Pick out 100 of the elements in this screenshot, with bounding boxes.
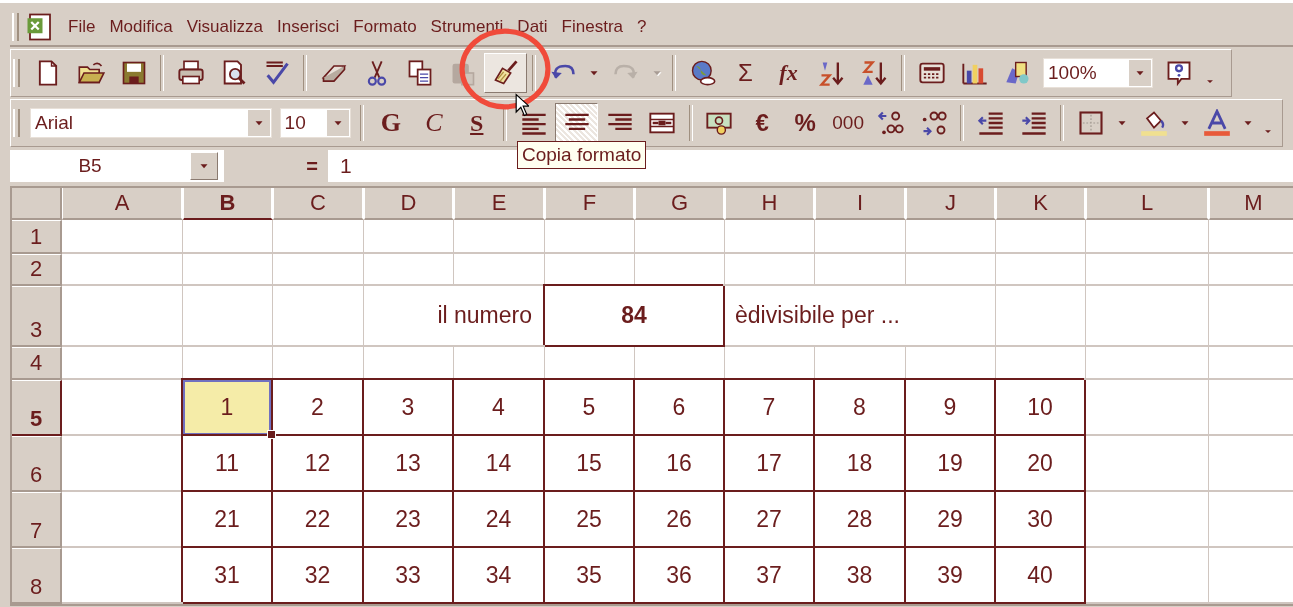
sheet-cell[interactable]: 37 (725, 548, 815, 604)
column-header[interactable]: E (454, 188, 545, 220)
sheet-cell[interactable]: 31 (183, 548, 273, 604)
zoom-field[interactable]: 100% (1043, 58, 1153, 88)
toolbar-grip[interactable] (13, 109, 20, 137)
sheet-cell[interactable]: 22 (273, 492, 364, 548)
row-header[interactable]: 2 (12, 254, 62, 286)
sheet-cell[interactable] (454, 254, 545, 286)
sheet-cell[interactable]: il numero (364, 286, 545, 347)
sheet-cell[interactable] (815, 254, 906, 286)
menu-item[interactable]: Dati (510, 13, 555, 41)
font-name-field[interactable]: Arial (30, 108, 272, 138)
column-header[interactable]: B (183, 188, 273, 220)
row-header[interactable]: 3 (12, 286, 62, 347)
align-center-icon[interactable] (555, 103, 599, 143)
sheet-cell[interactable]: 11 (183, 436, 273, 492)
sheet-cell[interactable]: 26 (635, 492, 725, 548)
function-button[interactable]: fx (767, 53, 810, 93)
sheet-cell[interactable]: 23 (364, 492, 454, 548)
sheet-cell[interactable]: 17 (725, 436, 815, 492)
sheet-cell[interactable] (996, 254, 1086, 286)
sheet-cell[interactable]: 12 (273, 436, 364, 492)
formula-field[interactable]: 1 (328, 154, 364, 178)
sheet-cell[interactable] (996, 220, 1086, 254)
sheet-cell[interactable]: 40 (996, 548, 1086, 604)
row-header[interactable]: 5 (12, 380, 62, 436)
column-header[interactable]: A (62, 188, 183, 220)
percent-button[interactable]: % (783, 103, 827, 143)
select-all-button[interactable] (12, 188, 62, 220)
sheet-cell[interactable] (906, 254, 996, 286)
sheet-cell[interactable]: 9 (906, 380, 996, 436)
sheet-cell[interactable] (1086, 347, 1209, 380)
column-header[interactable]: K (996, 188, 1086, 220)
sheet-cell[interactable] (454, 220, 545, 254)
sheet-cell[interactable]: 27 (725, 492, 815, 548)
row-header[interactable]: 8 (12, 548, 62, 604)
sheet-cell[interactable]: 35 (545, 548, 635, 604)
column-header[interactable]: I (815, 188, 906, 220)
menu-item[interactable]: Strumenti (423, 13, 511, 41)
toolbar-grip[interactable] (13, 59, 20, 87)
column-header[interactable]: F (545, 188, 635, 220)
sheet-cell[interactable] (364, 254, 454, 286)
row-header[interactable]: 7 (12, 492, 62, 548)
column-header[interactable]: D (364, 188, 454, 220)
sheet-cell[interactable] (725, 220, 815, 254)
paintbrush-icon[interactable] (484, 53, 527, 93)
sheet-cell[interactable] (1086, 548, 1209, 604)
sheet-cell[interactable] (1086, 492, 1209, 548)
sheet-cell[interactable] (62, 347, 183, 380)
row-header[interactable]: 4 (12, 347, 62, 380)
sheet-cell[interactable]: 39 (906, 548, 996, 604)
menu-item[interactable]: File (61, 13, 103, 41)
italic-button[interactable]: C (412, 103, 456, 143)
sheet-cell[interactable]: 8 (815, 380, 906, 436)
sheet-cell[interactable]: 10 (996, 380, 1086, 436)
menu-item[interactable]: Finestra (554, 13, 630, 41)
sheet-cell[interactable] (62, 254, 183, 286)
font-size-field[interactable]: 10 (279, 108, 352, 138)
bold-button[interactable]: G (369, 103, 413, 143)
sum-button[interactable]: Σ (724, 53, 767, 93)
sheet-cell[interactable] (906, 220, 996, 254)
sheet-cell[interactable] (62, 220, 183, 254)
sheet-cell[interactable]: 34 (454, 548, 545, 604)
sheet-cell[interactable] (364, 220, 454, 254)
sheet-cell[interactable]: 19 (906, 436, 996, 492)
menu-item[interactable]: Modifica (102, 13, 180, 41)
sheet-cell[interactable]: 29 (906, 492, 996, 548)
sheet-cell[interactable] (273, 286, 364, 347)
column-header[interactable]: L (1086, 188, 1209, 220)
sheet-cell[interactable]: 16 (635, 436, 725, 492)
sheet-cell[interactable]: 7 (725, 380, 815, 436)
sheet-cell[interactable] (1086, 254, 1209, 286)
sheet-cell[interactable]: 33 (364, 548, 454, 604)
sheet-cell[interactable] (62, 286, 183, 347)
column-header[interactable]: G (635, 188, 725, 220)
sheet-cell[interactable] (1086, 380, 1209, 436)
sheet-cell[interactable]: 25 (545, 492, 635, 548)
sheet-cell[interactable] (545, 220, 635, 254)
name-box[interactable]: B5 (10, 155, 190, 177)
equals-button[interactable]: = (306, 154, 328, 178)
sheet-cell[interactable]: 38 (815, 548, 906, 604)
menu-item[interactable]: Formato (346, 13, 424, 41)
thousands-button[interactable]: 000 (826, 103, 870, 143)
row-header[interactable]: 6 (12, 436, 62, 492)
column-header[interactable]: M (1209, 188, 1293, 220)
sheet-cell[interactable]: 84 (545, 286, 725, 347)
sheet-cell[interactable] (1086, 436, 1209, 492)
sheet-cell[interactable] (273, 220, 364, 254)
sheet-cell[interactable] (725, 254, 815, 286)
row-header[interactable]: 1 (12, 220, 62, 254)
sheet-cell[interactable]: 28 (815, 492, 906, 548)
sheet-cell[interactable]: èdivisibile per ... (725, 286, 996, 347)
sheet-cell[interactable]: 5 (545, 380, 635, 436)
fill-handle[interactable] (267, 430, 276, 439)
sheet-cell[interactable] (183, 254, 273, 286)
sheet-cell[interactable] (183, 286, 273, 347)
sheet-cell[interactable]: 18 (815, 436, 906, 492)
sheet-cell[interactable]: 20 (996, 436, 1086, 492)
sheet-cell[interactable]: 21 (183, 492, 273, 548)
sheet-cell[interactable]: 6 (635, 380, 725, 436)
